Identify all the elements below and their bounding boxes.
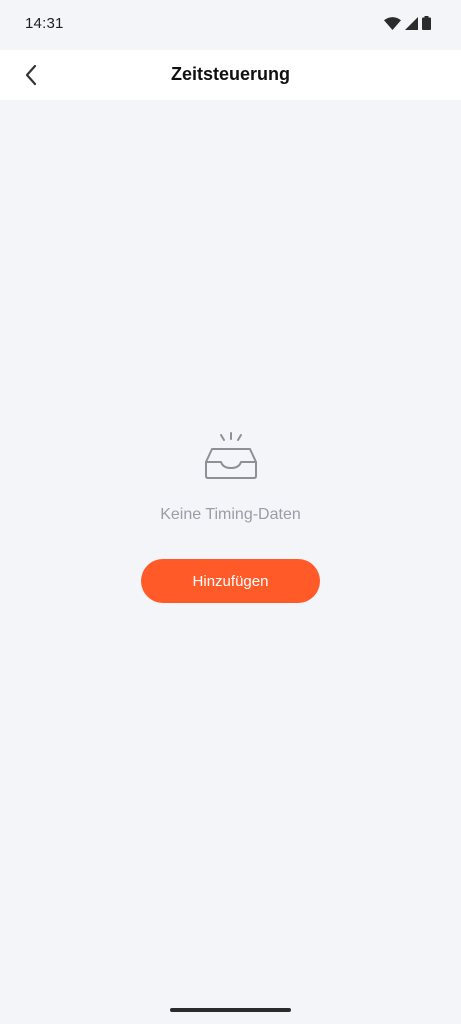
battery-icon (422, 16, 431, 30)
empty-state: Keine Timing-Daten Hinzufügen (0, 430, 461, 603)
signal-icon (405, 16, 418, 30)
status-bar: 14:31 (0, 0, 461, 50)
status-time: 14:31 (25, 15, 64, 32)
wifi-icon (384, 16, 401, 30)
app-header: Zeitsteuerung (0, 50, 461, 100)
page-title: Zeitsteuerung (170, 64, 290, 84)
timer-screen: 14:31 Zeitsteuerung Keine Timing-Daten H… (0, 0, 461, 1024)
status-icons (384, 16, 431, 30)
empty-state-message: Keine Timing-Daten (160, 506, 301, 523)
add-button[interactable]: Hinzufügen (141, 559, 320, 603)
home-indicator[interactable] (170, 1008, 291, 1012)
empty-inbox-icon (202, 430, 260, 482)
